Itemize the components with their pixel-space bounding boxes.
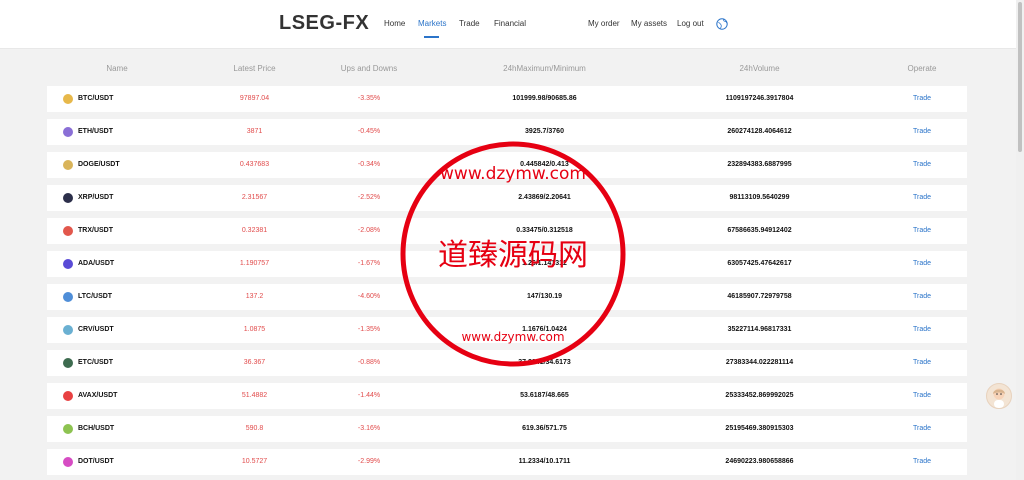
trade-link[interactable]: Trade xyxy=(892,326,952,333)
latest-price: 1.0875 xyxy=(243,326,266,333)
pair-name: ETH/USDT xyxy=(78,128,113,135)
pair-name: TRX/USDT xyxy=(78,227,113,234)
24h-volume: 67586635.94912402 xyxy=(727,227,792,234)
24h-volume: 35227114.96817331 xyxy=(727,326,792,333)
nav-my-assets[interactable]: My assets xyxy=(631,19,667,28)
bch-coin-icon xyxy=(63,424,73,434)
header-latest-price: Latest Price xyxy=(233,64,276,73)
price-change: -2.99% xyxy=(357,458,381,465)
latest-price: 10.5727 xyxy=(241,458,268,465)
trade-link[interactable]: Trade xyxy=(892,359,952,366)
market-table-header: Name Latest Price Ups and Downs 24hMaxim… xyxy=(47,60,967,76)
nav-markets[interactable]: Markets xyxy=(418,19,446,28)
support-avatar[interactable] xyxy=(986,383,1012,409)
pair-name: XRP/USDT xyxy=(78,194,114,201)
ltc-coin-icon xyxy=(63,292,73,302)
nav-trade[interactable]: Trade xyxy=(459,19,480,28)
brand-logo[interactable]: LSEG-FX xyxy=(279,12,369,35)
trade-link[interactable]: Trade xyxy=(892,260,952,267)
xrp-coin-icon xyxy=(63,193,73,203)
nav-financial[interactable]: Financial xyxy=(494,19,526,28)
latest-price: 2.31567 xyxy=(241,194,268,201)
trade-link[interactable]: Trade xyxy=(892,392,952,399)
watermark-main-text: 道臻源码网 xyxy=(438,238,588,273)
latest-price: 36.367 xyxy=(243,359,266,366)
latest-price: 1.190757 xyxy=(239,260,270,267)
customer-service-avatar-icon xyxy=(993,388,1005,408)
nav-home[interactable]: Home xyxy=(384,19,405,28)
table-row[interactable]: AVAX/USDT 51.4882 -1.44% 53.6187/48.665 … xyxy=(47,383,967,409)
latest-price: 0.32381 xyxy=(241,227,268,234)
price-change: -3.16% xyxy=(357,425,381,432)
24h-range: 101999.98/90685.86 xyxy=(512,95,577,102)
etc-coin-icon xyxy=(63,358,73,368)
table-row[interactable]: BCH/USDT 590.8 -3.16% 619.36/571.75 2519… xyxy=(47,416,967,442)
pair-name: BCH/USDT xyxy=(78,425,115,432)
24h-volume: 27383344.022281114 xyxy=(725,359,794,366)
trade-link[interactable]: Trade xyxy=(892,194,952,201)
trade-link[interactable]: Trade xyxy=(892,425,952,432)
nav-logout[interactable]: Log out xyxy=(677,19,704,28)
trade-link[interactable]: Trade xyxy=(892,227,952,234)
24h-range: 3925.7/3760 xyxy=(525,128,564,135)
pair-name: LTC/USDT xyxy=(78,293,113,300)
24h-volume: 98113109.5640299 xyxy=(729,194,790,201)
latest-price: 97897.04 xyxy=(239,95,270,102)
trade-link[interactable]: Trade xyxy=(892,293,952,300)
pair-name: CRV/USDT xyxy=(78,326,114,333)
pair-name: AVAX/USDT xyxy=(78,392,118,399)
trade-link[interactable]: Trade xyxy=(892,458,952,465)
watermark-bottom-url: www.dzymw.com xyxy=(461,330,564,344)
24h-volume: 25195469.380915303 xyxy=(725,425,794,432)
pair-name: BTC/USDT xyxy=(78,95,114,102)
header-name: Name xyxy=(106,64,128,73)
trx-coin-icon xyxy=(63,226,73,236)
latest-price: 3871 xyxy=(246,128,263,135)
24h-volume: 260274128.4064612 xyxy=(727,128,792,135)
latest-price: 137.2 xyxy=(245,293,264,300)
24h-volume: 46185907.72979758 xyxy=(727,293,792,300)
latest-price: 0.437683 xyxy=(239,161,270,168)
header-24h-max-min: 24hMaximum/Minimum xyxy=(503,64,586,73)
pair-name: DOT/USDT xyxy=(78,458,114,465)
trade-link[interactable]: Trade xyxy=(892,161,952,168)
header-24h-volume: 24hVolume xyxy=(739,64,780,73)
watermark-top-url: www.dzymw.com xyxy=(440,164,586,184)
price-change: -3.35% xyxy=(357,95,381,102)
24h-volume: 63057425.47642617 xyxy=(727,260,792,267)
24h-volume: 232894383.6887995 xyxy=(727,161,792,168)
latest-price: 590.8 xyxy=(245,425,264,432)
page-scrollbar-thumb[interactable] xyxy=(1018,2,1022,152)
24h-range: 53.6187/48.665 xyxy=(520,392,569,399)
top-navigation-bar: LSEG-FX Home Markets Trade Financial My … xyxy=(0,0,1016,49)
24h-volume: 25333452.869992025 xyxy=(725,392,794,399)
table-row[interactable]: BTC/USDT 97897.04 -3.35% 101999.98/90685… xyxy=(47,86,967,112)
pair-name: ETC/USDT xyxy=(78,359,113,366)
header-ups-and-downs: Ups and Downs xyxy=(340,64,398,73)
watermark-stamp: 道臻源码网 www.dzymw.com www.dzymw.com xyxy=(400,141,626,367)
btc-coin-icon xyxy=(63,94,73,104)
pair-name: ADA/USDT xyxy=(78,260,115,267)
24h-range: 619.36/571.75 xyxy=(522,425,567,432)
crv-coin-icon xyxy=(63,325,73,335)
dot-coin-icon xyxy=(63,457,73,467)
eth-coin-icon xyxy=(63,127,73,137)
nav-my-order[interactable]: My order xyxy=(588,19,620,28)
trade-link[interactable]: Trade xyxy=(892,128,952,135)
pair-name: DOGE/USDT xyxy=(78,161,120,168)
latest-price: 51.4882 xyxy=(241,392,268,399)
price-change: -1.44% xyxy=(357,392,381,399)
avax-coin-icon xyxy=(63,391,73,401)
nav-active-indicator xyxy=(424,36,439,38)
price-change: -0.45% xyxy=(357,128,381,135)
table-row[interactable]: DOT/USDT 10.5727 -2.99% 11.2334/10.1711 … xyxy=(47,449,967,475)
24h-range: 11.2334/10.1711 xyxy=(518,458,571,465)
doge-coin-icon xyxy=(63,160,73,170)
ada-coin-icon xyxy=(63,259,73,269)
24h-volume: 24690223.980658866 xyxy=(725,458,794,465)
header-operate: Operate xyxy=(907,64,937,73)
language-globe-icon[interactable] xyxy=(716,18,728,30)
24h-volume: 1109197246.3917804 xyxy=(725,95,794,102)
trade-link[interactable]: Trade xyxy=(892,95,952,102)
